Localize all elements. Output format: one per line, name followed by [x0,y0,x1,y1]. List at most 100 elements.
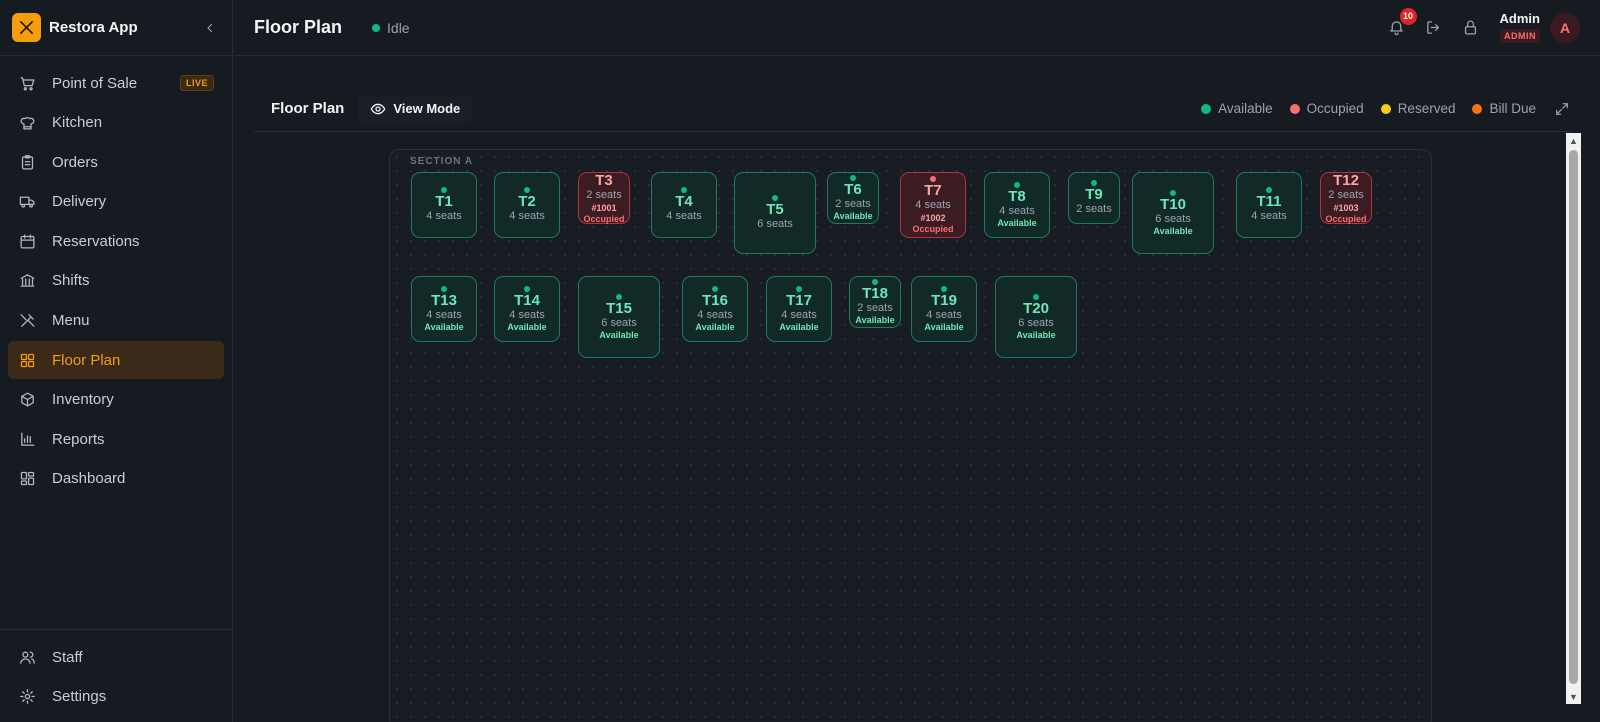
table-name: T18 [862,284,888,302]
table-t12[interactable]: T12 2 seats #1003 Occupied [1320,172,1372,224]
sidebar-item-orders[interactable]: Orders [8,143,224,181]
table-t4[interactable]: T4 4 seats [651,172,717,238]
table-status-text: Occupied [912,223,954,234]
app-name: Restora App [49,19,138,36]
sidebar-item-label: Floor Plan [52,351,121,369]
table-name: T6 [844,180,862,198]
sidebar-item-inventory[interactable]: Inventory [8,381,224,419]
table-t8[interactable]: T8 4 seats Available [984,172,1050,238]
table-seats: 2 seats [1328,188,1364,201]
table-t16[interactable]: T16 4 seats Available [682,276,748,342]
table-name: T8 [1008,187,1026,205]
table-name: T15 [606,299,632,317]
user-info[interactable]: Admin ADMIN [1500,11,1540,44]
table-t19[interactable]: T19 4 seats Available [911,276,977,342]
table-status-text: Available [1153,225,1193,236]
header-actions: 10 Admin ADMIN A [1371,7,1580,44]
table-order-number: #1002 [920,212,946,223]
notifications-button[interactable]: 10 [1386,7,1417,39]
scroll-down-arrow-icon[interactable]: ▼ [1566,689,1581,704]
brand: Restora App [0,0,232,56]
table-t6[interactable]: T6 2 seats Available [827,172,879,224]
legend-reserved: Reserved [1380,101,1455,116]
table-t20[interactable]: T20 6 seats Available [995,276,1077,358]
bank-icon [18,272,36,290]
sidebar-item-staff[interactable]: Staff [8,638,224,676]
table-t11[interactable]: T11 4 seats [1236,172,1302,238]
collapse-sidebar-button[interactable] [200,18,220,38]
table-t2[interactable]: T2 4 seats [494,172,560,238]
sidebar-item-shifts[interactable]: Shifts [8,262,224,300]
table-status-dot [616,293,622,300]
table-status-text: Available [695,321,735,332]
table-seats: 4 seats [915,198,951,211]
table-seats: 4 seats [509,210,545,222]
table-seats: 6 seats [1155,212,1191,225]
table-t17[interactable]: T17 4 seats Available [766,276,832,342]
fullscreen-button[interactable] [1554,101,1570,117]
dashboard-icon [18,470,36,488]
table-status-text: Occupied [1325,213,1367,224]
status-dot [372,23,381,32]
sidebar-item-settings[interactable]: Settings [8,678,224,716]
table-name: T13 [431,291,457,309]
table-t18[interactable]: T18 2 seats Available [849,276,901,328]
lock-icon [1464,20,1477,35]
table-seats: 6 seats [757,218,793,230]
scroll-up-arrow-icon[interactable]: ▲ [1566,133,1581,148]
legend-occupied: Occupied [1289,101,1364,116]
sidebar-item-label: Inventory [52,391,114,409]
vertical-scrollbar[interactable]: ▲ ▼ [1566,133,1581,704]
logout-button[interactable] [1423,17,1445,39]
table-status-dot [712,285,718,292]
avatar[interactable]: A [1550,12,1580,43]
table-status-dot [796,285,802,292]
table-name: T19 [931,291,957,309]
table-t15[interactable]: T15 6 seats Available [578,276,660,358]
floor-toolbar: Floor Plan View Mode Available Occupied … [254,86,1570,132]
table-seats: 4 seats [926,308,962,321]
table-t1[interactable]: T1 4 seats [411,172,477,238]
table-t7[interactable]: T7 4 seats #1002 Occupied [900,172,966,238]
table-status-text: Available [997,217,1037,228]
table-t14[interactable]: T14 4 seats Available [494,276,560,342]
section-label: SECTION A [410,156,474,167]
sidebar-item-label: Shifts [52,272,90,290]
table-t13[interactable]: T13 4 seats Available [411,276,477,342]
top-header: Floor Plan Idle 10 Admin ADMIN A [234,0,1600,56]
lock-button[interactable] [1460,17,1482,39]
table-status-dot [1033,293,1039,300]
table-seats: 4 seats [999,204,1035,217]
chevron-left-icon [207,23,213,32]
scroll-thumb[interactable] [1569,150,1578,684]
table-t3[interactable]: T3 2 seats #1001 Occupied [578,172,630,224]
sidebar-item-kitchen[interactable]: Kitchen [8,104,224,142]
view-mode-button[interactable]: View Mode [358,94,473,123]
legend-label: Bill Due [1489,101,1536,116]
table-t5[interactable]: T5 6 seats [734,172,816,254]
table-seats: 4 seats [697,308,733,321]
legend-label: Available [1218,101,1273,116]
status-legend: Available Occupied Reserved Bill Due [1184,101,1570,117]
sidebar-item-dashboard[interactable]: Dashboard [8,460,224,498]
table-status-text: Available [855,314,895,325]
table-status-text: Available [779,321,819,332]
sidebar-item-label: Point of Sale [52,74,138,92]
user-role-badge: ADMIN [1500,29,1540,43]
table-name: T20 [1023,299,1049,317]
sidebar-item-menu[interactable]: Menu [8,302,224,340]
truck-icon [18,193,36,211]
sidebar-item-floor-plan[interactable]: Floor Plan [8,341,224,380]
sidebar-item-delivery[interactable]: Delivery [8,183,224,221]
sidebar-item-point-of-sale[interactable]: Point of Sale LIVE [8,64,224,102]
table-status-dot [930,175,936,182]
notification-count-badge: 10 [1399,7,1417,25]
table-t10[interactable]: T10 6 seats Available [1132,172,1214,254]
table-status-dot [872,278,878,285]
sidebar-item-reports[interactable]: Reports [8,420,224,458]
sidebar-item-reservations[interactable]: Reservations [8,222,224,260]
table-status-dot [441,285,447,292]
table-t9[interactable]: T9 2 seats [1068,172,1120,224]
legend-dot [1472,103,1483,114]
gear-icon [18,688,36,706]
